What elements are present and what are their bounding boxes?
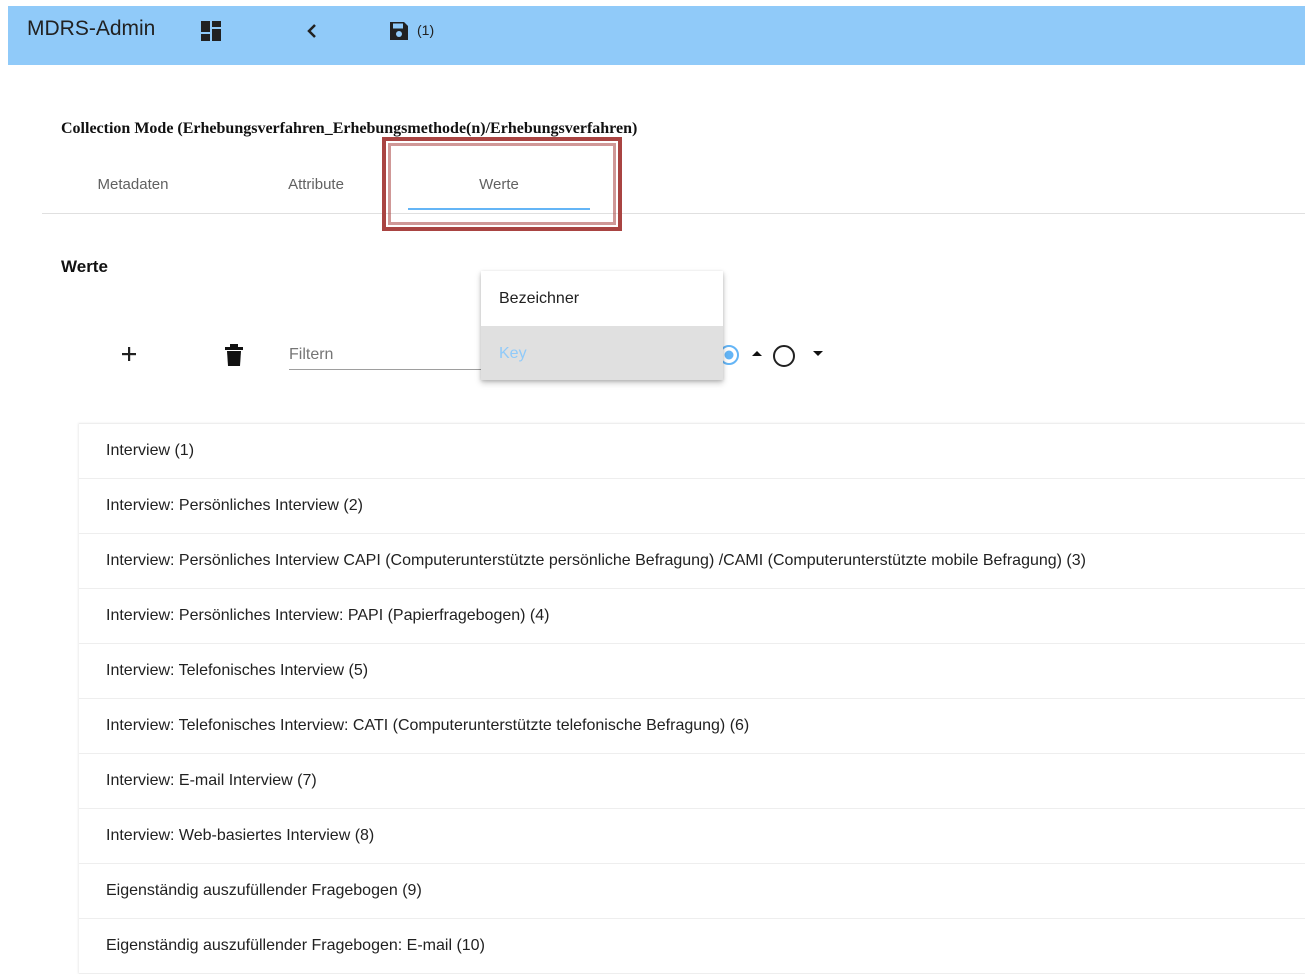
list-item[interactable]: Interview: Web-basiertes Interview (8) xyxy=(79,809,1305,864)
list-item[interactable]: Eigenständig auszufüllender Fragebogen (… xyxy=(79,864,1305,919)
list-item[interactable]: Interview: E-mail Interview (7) xyxy=(79,754,1305,809)
top-toolbar: MDRS-Admin (1) xyxy=(8,6,1305,65)
active-tab-indicator xyxy=(408,208,590,210)
list-item[interactable]: Eigenständig auszufüllender Fragebogen: … xyxy=(79,919,1305,974)
list-item[interactable]: Interview: Persönliches Interview (2) xyxy=(79,479,1305,534)
list-item[interactable]: Interview: Persönliches Interview: PAPI … xyxy=(79,589,1305,644)
tab-attribute[interactable]: Attribute xyxy=(225,160,407,210)
arrow-down-icon[interactable] xyxy=(811,346,825,360)
page-title: Collection Mode (Erhebungsverfahren_Erhe… xyxy=(61,120,638,137)
sort-field-menu: Bezeichner Key xyxy=(481,271,723,380)
list-item[interactable]: Interview: Persönliches Interview CAPI (… xyxy=(79,534,1305,589)
section-title: Werte xyxy=(61,257,108,276)
list-item[interactable]: Interview: Telefonisches Interview (5) xyxy=(79,644,1305,699)
delete-icon[interactable] xyxy=(224,343,244,367)
list-item[interactable]: Interview: Telefonisches Interview: CATI… xyxy=(79,699,1305,754)
dashboard-icon[interactable] xyxy=(200,20,222,47)
arrow-up-icon[interactable] xyxy=(750,346,764,360)
unsaved-count-badge: (1) xyxy=(417,22,435,38)
add-icon[interactable] xyxy=(117,342,141,366)
tab-metadaten[interactable]: Metadaten xyxy=(42,160,224,210)
chevron-left-icon[interactable] xyxy=(304,21,320,46)
app-title: MDRS-Admin xyxy=(27,17,156,40)
tab-bar: Metadaten Attribute Werte xyxy=(42,160,1305,214)
tab-werte[interactable]: Werte xyxy=(408,160,590,210)
menu-item-bezeichner[interactable]: Bezeichner xyxy=(481,271,723,326)
save-icon[interactable] xyxy=(388,20,410,47)
menu-item-key[interactable]: Key xyxy=(481,326,723,380)
filter-input[interactable] xyxy=(289,341,489,370)
value-list: Interview (1) Interview: Persönliches In… xyxy=(79,423,1305,974)
list-item[interactable]: Interview (1) xyxy=(79,423,1305,479)
radio-unselected-icon[interactable] xyxy=(772,344,796,368)
